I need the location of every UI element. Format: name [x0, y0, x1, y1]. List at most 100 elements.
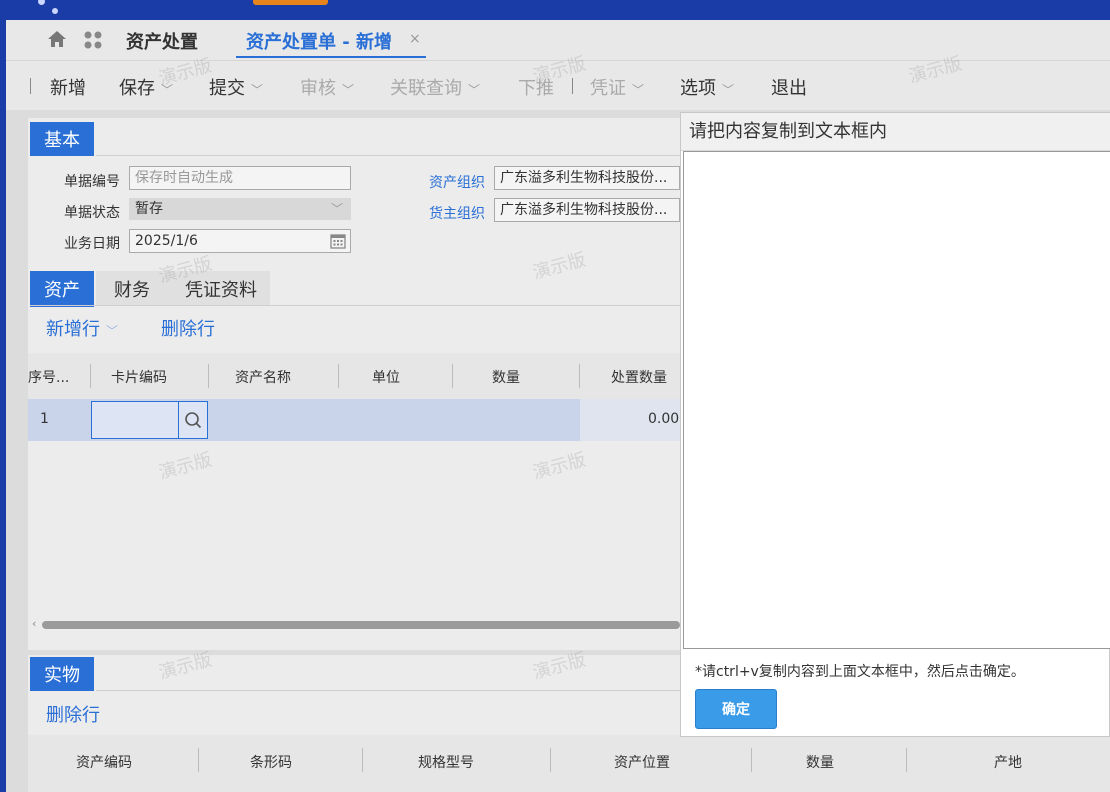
- owner-org-label: 货主组织: [429, 206, 485, 222]
- ok-button[interactable]: 确定: [695, 689, 777, 729]
- column-header[interactable]: 产地: [994, 752, 1022, 772]
- row-seq: 1: [40, 411, 49, 427]
- tab-finance-label[interactable]: 财务: [114, 276, 150, 302]
- toolbar-divider: [572, 78, 573, 94]
- chevron-down-icon: ﹀: [251, 83, 264, 97]
- scroll-left-icon[interactable]: ‹: [32, 617, 36, 630]
- column-divider[interactable]: [579, 364, 580, 388]
- audit-label: 审核: [300, 78, 336, 99]
- entry-grid-header: 序号... 卡片编码 资产名称 单位 数量 处置数量: [28, 353, 680, 399]
- related-query-label: 关联查询: [390, 78, 462, 99]
- asset-org-input[interactable]: 广东溢多利生物科技股份...: [494, 166, 680, 190]
- add-row-label: 新增行: [46, 319, 100, 340]
- bill-no-input[interactable]: 保存时自动生成: [129, 166, 351, 190]
- column-header[interactable]: 资产编码: [76, 752, 132, 772]
- biz-date-value: 2025/1/6: [135, 233, 198, 249]
- tab-voucher-info-label[interactable]: 凭证资料: [185, 276, 257, 302]
- row-disposal-qty: 0.00: [648, 411, 680, 427]
- close-icon[interactable]: ×: [409, 31, 421, 47]
- tab-module-title[interactable]: 资产处置: [126, 28, 198, 54]
- column-divider[interactable]: [550, 748, 551, 772]
- toolbar: 新增 保存 ﹀ 提交 ﹀ 审核 ﹀ 关联查询 ﹀ 下推 凭证 ﹀ 选项 ﹀ 退出: [6, 60, 1110, 110]
- bill-no-label: 单据编号: [64, 174, 120, 190]
- section-physical[interactable]: 实物: [30, 657, 94, 691]
- column-divider[interactable]: [362, 748, 363, 772]
- physical-grid-header-ext: 数量 产地: [680, 735, 1110, 792]
- biz-date-label: 业务日期: [64, 236, 120, 252]
- exit-button[interactable]: 退出: [771, 74, 807, 100]
- column-header[interactable]: 卡片编码: [111, 367, 167, 387]
- chevron-down-icon: ﹀: [468, 83, 481, 97]
- biz-date-input[interactable]: 2025/1/6: [129, 229, 351, 253]
- top-accent-tab: [253, 0, 328, 5]
- column-divider[interactable]: [751, 748, 752, 772]
- home-icon[interactable]: [46, 28, 68, 50]
- column-divider[interactable]: [906, 748, 907, 772]
- tab-active-bill[interactable]: 资产处置单 - 新增: [246, 28, 392, 54]
- related-query-button[interactable]: 关联查询 ﹀: [390, 74, 480, 100]
- add-button[interactable]: 新增: [50, 74, 86, 100]
- paste-dialog: 请把内容复制到文本框内 *请ctrl+v复制内容到上面文本框中，然后点击确定。 …: [680, 112, 1110, 737]
- column-header[interactable]: 资产名称: [235, 367, 291, 387]
- divider: [30, 305, 680, 306]
- bill-status-label: 单据状态: [64, 205, 120, 221]
- dialog-title[interactable]: 请把内容复制到文本框内: [681, 113, 1110, 151]
- bill-status-select[interactable]: 暂存 ﹀: [129, 198, 351, 220]
- chevron-down-icon: ﹀: [330, 202, 343, 216]
- column-header[interactable]: 处置数量: [611, 367, 667, 387]
- dialog-hint: *请ctrl+v复制内容到上面文本框中，然后点击确定。: [695, 664, 1025, 680]
- add-row-button[interactable]: 新增行 ﹀: [46, 315, 118, 341]
- tab-asset[interactable]: 资产: [30, 271, 94, 307]
- column-header[interactable]: 数量: [492, 367, 520, 387]
- search-icon: [185, 412, 202, 429]
- table-row[interactable]: 1 0.00: [28, 399, 680, 441]
- push-down-button[interactable]: 下推: [518, 74, 554, 100]
- card-code-search-button[interactable]: [178, 401, 208, 439]
- calendar-icon[interactable]: [330, 233, 346, 249]
- asset-org-label: 资产组织: [429, 175, 485, 191]
- column-header[interactable]: 资产位置: [614, 752, 670, 772]
- scrollbar-thumb[interactable]: [42, 621, 680, 629]
- audit-button[interactable]: 审核 ﹀: [300, 74, 354, 100]
- physical-grid-header: 资产编码 条形码 规格型号 资产位置: [28, 735, 680, 792]
- left-strip: [0, 20, 6, 792]
- divider: [96, 690, 680, 691]
- options-button[interactable]: 选项 ﹀: [680, 74, 734, 100]
- chevron-down-icon: ﹀: [161, 83, 174, 97]
- logo-dot: [38, 0, 45, 5]
- column-header[interactable]: 序号...: [28, 367, 69, 387]
- column-divider[interactable]: [90, 364, 91, 388]
- submit-button[interactable]: 提交 ﹀: [209, 74, 263, 100]
- options-label: 选项: [680, 78, 716, 99]
- voucher-button[interactable]: 凭证 ﹀: [590, 74, 644, 100]
- paste-textarea[interactable]: [683, 151, 1110, 649]
- chevron-down-icon: ﹀: [106, 324, 119, 338]
- column-divider[interactable]: [338, 364, 339, 388]
- save-label: 保存: [119, 78, 155, 99]
- voucher-label: 凭证: [590, 78, 626, 99]
- apps-icon[interactable]: [82, 29, 104, 51]
- logo-dot: [52, 8, 58, 14]
- column-divider[interactable]: [208, 364, 209, 388]
- column-header[interactable]: 单位: [372, 367, 400, 387]
- chevron-down-icon: ﹀: [342, 83, 355, 97]
- divider: [96, 155, 680, 156]
- delete-row-button[interactable]: 删除行: [161, 315, 215, 341]
- column-divider[interactable]: [198, 748, 199, 772]
- top-banner: [0, 0, 1110, 20]
- active-tab-indicator: [236, 56, 426, 58]
- tab-bar: 资产处置 资产处置单 - 新增 ×: [6, 20, 1110, 60]
- owner-org-input[interactable]: 广东溢多利生物科技股份...: [494, 198, 680, 222]
- section-basic[interactable]: 基本: [30, 122, 94, 156]
- column-header[interactable]: 规格型号: [418, 752, 474, 772]
- column-header[interactable]: 数量: [806, 752, 834, 772]
- bill-status-value: 暂存: [135, 201, 163, 217]
- chevron-down-icon: ﹀: [632, 83, 645, 97]
- column-divider[interactable]: [452, 364, 453, 388]
- horizontal-scrollbar[interactable]: ‹: [32, 617, 680, 631]
- column-header[interactable]: 条形码: [250, 752, 292, 772]
- toolbar-divider: [30, 78, 31, 94]
- save-button[interactable]: 保存 ﹀: [119, 74, 173, 100]
- physical-delete-row-button[interactable]: 删除行: [46, 701, 100, 727]
- submit-label: 提交: [209, 78, 245, 99]
